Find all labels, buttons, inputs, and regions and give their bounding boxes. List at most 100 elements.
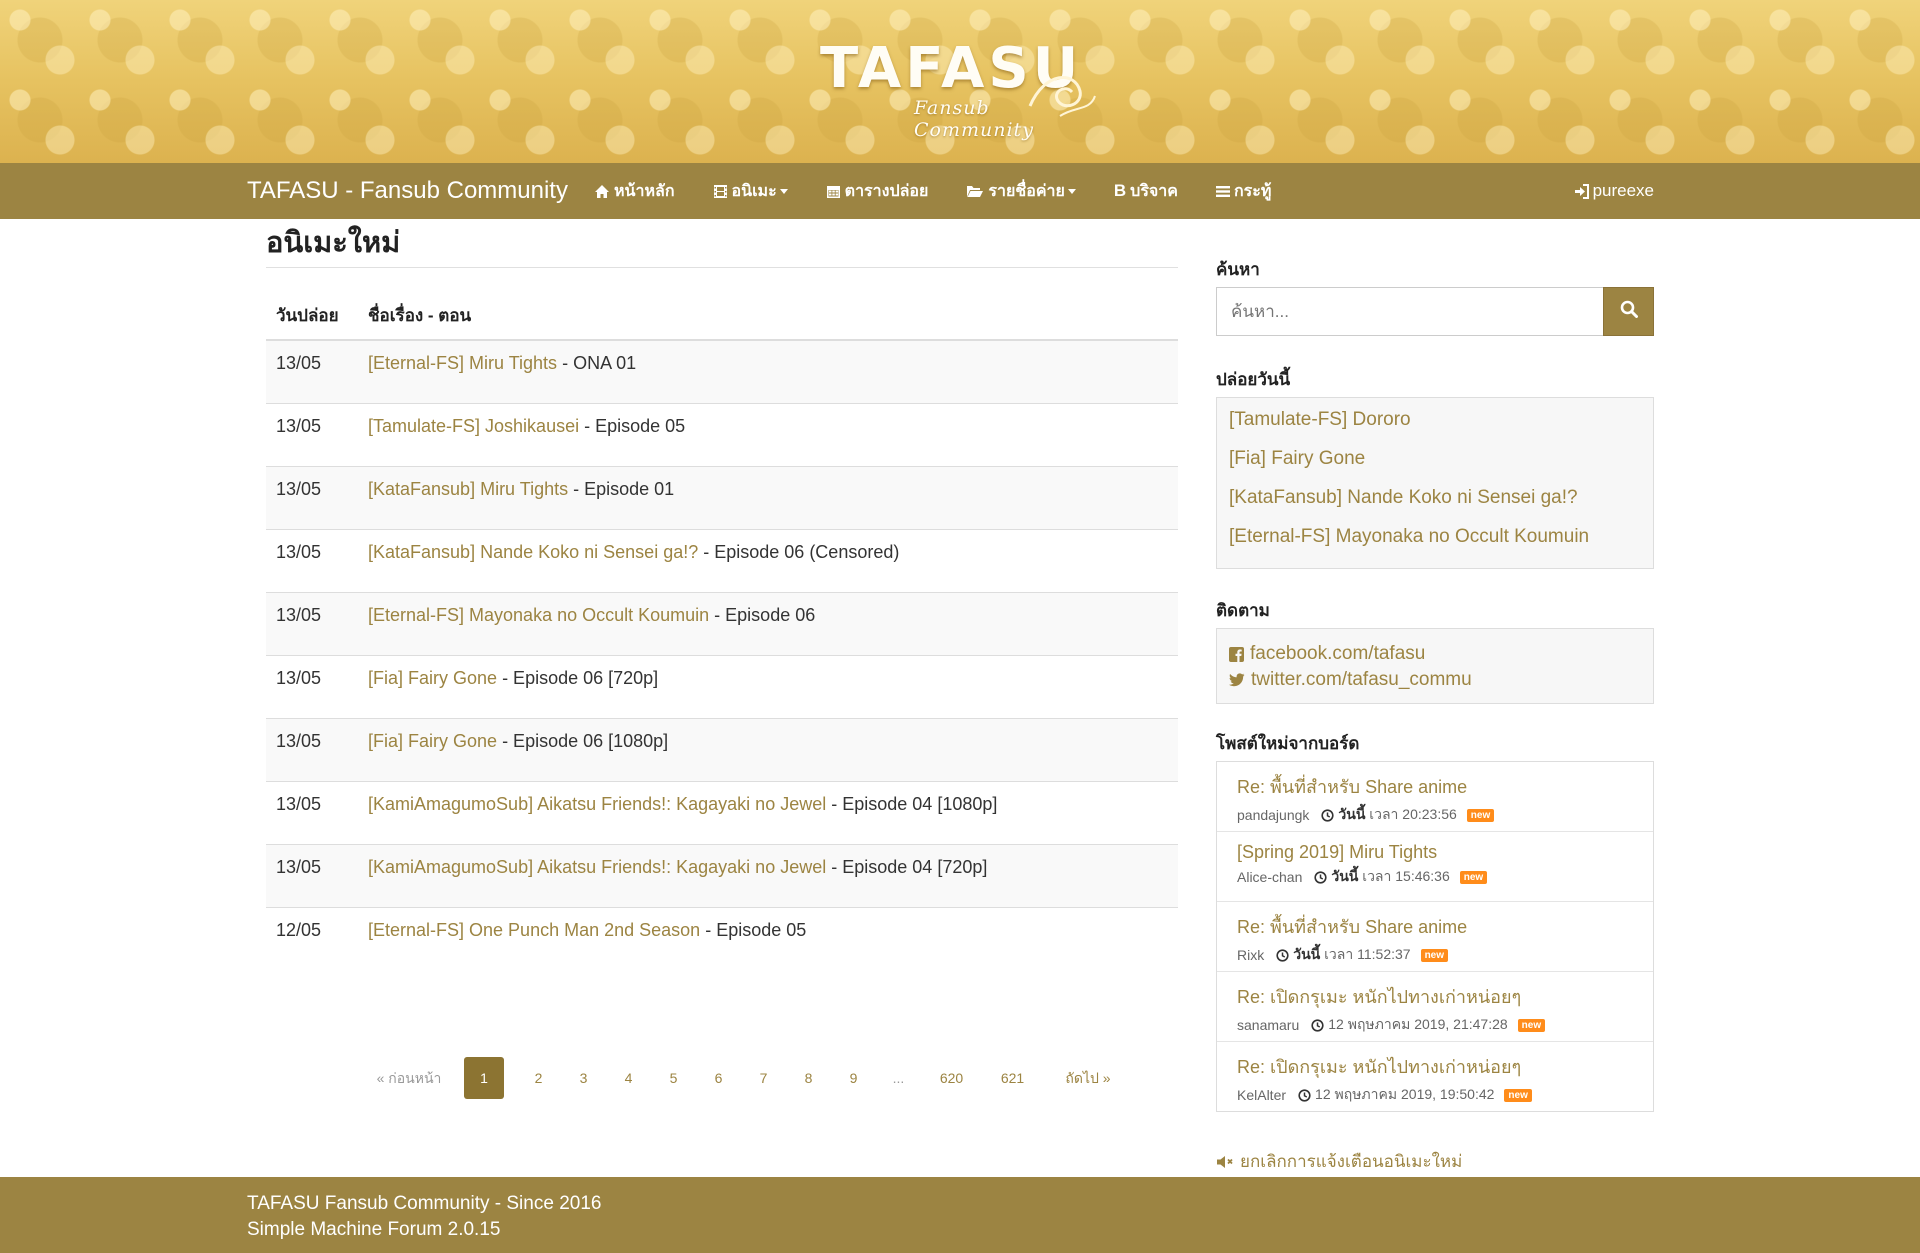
anime-title-link[interactable]: [Eternal-FS] One Punch Man 2nd Season (368, 920, 700, 940)
pagination-page[interactable]: 621 (982, 1057, 1043, 1099)
twitter-link[interactable]: twitter.com/tafasu_commu (1229, 667, 1641, 693)
release-date: 13/05 (266, 528, 358, 592)
release-cell: [Eternal-FS] One Punch Man 2nd Season - … (358, 906, 1178, 970)
table-row: 13/05 [Fia] Fairy Gone - Episode 06 [720p… (266, 654, 1178, 718)
table-header-row: วันปล่อย ชื่อเรื่อง - ตอน (266, 302, 1178, 341)
username: pureexe (1592, 181, 1654, 200)
new-badge: new (1517, 1018, 1546, 1032)
release-date: 13/05 (266, 780, 358, 844)
today-release-link[interactable]: [Fia] Fairy Gone (1229, 445, 1641, 484)
pagination-ellipsis: ... (892, 1070, 905, 1086)
follow-heading: ติดตาม (1216, 601, 1270, 620)
pagination-page[interactable]: 5 (651, 1057, 696, 1099)
anime-title-link[interactable]: [Eternal-FS] Mayonaka no Occult Koumuin (368, 605, 709, 625)
post-time: 12 พฤษภาคม 2019, 21:47:28 (1328, 1016, 1508, 1032)
clock-icon (1276, 948, 1289, 962)
table-row: 13/05 [Eternal-FS] Mayonaka no Occult Kou… (266, 591, 1178, 655)
release-date: 13/05 (266, 843, 358, 907)
pagination-page[interactable]: 620 (921, 1057, 982, 1099)
search-button[interactable] (1603, 287, 1654, 336)
facebook-icon (1229, 646, 1244, 662)
release-date: 13/05 (266, 717, 358, 781)
today-release-link[interactable]: [KataFansub] Nande Koko ni Sensei ga!? (1229, 484, 1641, 523)
post-author[interactable]: Alice-chan (1237, 869, 1302, 885)
twitter-label: twitter.com/tafasu_commu (1251, 669, 1472, 690)
post-title-link[interactable]: [Spring 2019] Miru Tights (1237, 842, 1633, 863)
post-title-link[interactable]: Re: เปิดกรุเมะ หนักไปทางเก่าหน่อยๆ (1237, 982, 1633, 1011)
new-badge: new (1466, 808, 1495, 822)
today-release-link[interactable]: [Tamulate-FS] Dororo (1229, 406, 1641, 445)
anime-title-link[interactable]: [KamiAmagumoSub] Aikatsu Friends!: Kagay… (368, 794, 826, 814)
pagination-page[interactable]: 6 (696, 1057, 741, 1099)
episode-label: - ONA 01 (562, 353, 637, 373)
anime-title-link[interactable]: [Eternal-FS] Miru Tights (368, 353, 557, 373)
mute-notifications-link[interactable]: ยกเลิกการแจ้งเตือนอนิเมะใหม่ (1216, 1148, 1654, 1175)
page-title: อนิเมะใหม่ (266, 185, 1178, 268)
post-author[interactable]: sanamaru (1237, 1017, 1299, 1033)
clock-icon (1298, 1088, 1311, 1102)
new-badge: new (1459, 870, 1488, 884)
anime-title-link[interactable]: [KamiAmagumoSub] Aikatsu Friends!: Kagay… (368, 857, 826, 877)
post-title-link[interactable]: Re: พื้นที่สำหรับ Share anime (1237, 912, 1633, 941)
clock-icon (1321, 808, 1335, 822)
user-menu[interactable]: pureexe (1574, 163, 1654, 219)
pagination-page[interactable]: 7 (741, 1057, 786, 1099)
nav-item-forum[interactable]: กระทู้ (1215, 179, 1271, 204)
pagination-page[interactable]: 9 (831, 1057, 876, 1099)
release-date: 13/05 (266, 402, 358, 466)
footer: TAFASU Fansub Community - Since 2016 Sim… (0, 1177, 1920, 1253)
pagination-next[interactable]: ถัดไป » (1043, 1057, 1133, 1099)
board-heading: โพสต์ใหม่จากบอร์ด (1216, 734, 1360, 753)
site-logo[interactable]: TAFASU Fansub Community (820, 36, 1110, 141)
anime-title-link[interactable]: [KataFansub] Miru Tights (368, 479, 568, 499)
release-date: 13/05 (266, 654, 358, 718)
episode-label: - Episode 06 [1080p] (502, 730, 669, 751)
today-release-link[interactable]: [Eternal-FS] Mayonaka no Occult Koumuin (1229, 523, 1641, 562)
post-author[interactable]: Rixk (1237, 947, 1264, 963)
board-post: Re: เปิดกรุเมะ หนักไปทางเก่าหน่อยๆ sanama… (1217, 972, 1653, 1042)
pagination-page[interactable]: 2 (516, 1057, 561, 1099)
pagination-prev[interactable]: « ก่อนหน้า (364, 1057, 454, 1099)
logo-subtitle: Fansub Community (914, 97, 1034, 141)
follow-links: facebook.com/tafasu twitter.com/tafasu_c… (1216, 628, 1654, 704)
post-title-link[interactable]: Re: พื้นที่สำหรับ Share anime (1237, 772, 1633, 801)
table-row: 13/05 [KamiAmagumoSub] Aikatsu Friends!: … (266, 780, 1178, 844)
anime-title-link[interactable]: [Fia] Fairy Gone (368, 731, 497, 751)
pagination-page[interactable]: 8 (786, 1057, 831, 1099)
pagination-page[interactable]: 1 (464, 1057, 504, 1099)
episode-label: - Episode 06 [720p] (502, 667, 659, 688)
header-banner: TAFASU Fansub Community (0, 0, 1920, 163)
pagination-page[interactable]: 3 (561, 1057, 606, 1099)
board-post: [Spring 2019] Miru Tights Alice-chan วันนี… (1217, 832, 1653, 902)
search-input[interactable] (1216, 287, 1603, 336)
episode-label: - Episode 04 [720p] (831, 856, 988, 877)
release-date: 13/05 (266, 591, 358, 655)
facebook-link[interactable]: facebook.com/tafasu (1229, 641, 1641, 667)
release-cell: [Fia] Fairy Gone - Episode 06 [1080p] (358, 717, 1178, 781)
release-cell: [Eternal-FS] Mayonaka no Occult Koumuin … (358, 591, 1178, 655)
pagination-page[interactable]: 4 (606, 1057, 651, 1099)
post-author[interactable]: pandajungk (1237, 807, 1309, 823)
table-row: 13/05 [KamiAmagumoSub] Aikatsu Friends!: … (266, 843, 1178, 907)
column-header-date: วันปล่อย (266, 302, 358, 341)
table-row: 13/05 [KataFansub] Miru Tights - Episode … (266, 465, 1178, 529)
twitter-icon (1229, 673, 1245, 687)
anime-title-link[interactable]: [Tamulate-FS] Joshikausei (368, 416, 579, 436)
release-cell: [KamiAmagumoSub] Aikatsu Friends!: Kagay… (358, 780, 1178, 844)
sidebar: ค้นหา ปล่อยวันนี้ [Tamulate-FS] Dororo[F… (1216, 256, 1654, 1175)
post-time: วันนี้ เวลา 20:23:56 (1338, 806, 1457, 822)
table-body: 13/05 [Eternal-FS] Miru Tights - ONA 01 13… (266, 339, 1178, 970)
post-title-link[interactable]: Re: เปิดกรุเมะ หนักไปทางเก่าหน่อยๆ (1237, 1052, 1633, 1081)
facebook-label: facebook.com/tafasu (1250, 643, 1426, 664)
pagination-pages: 1 2 3 4 5 6 7 8 9... 620 621 (454, 1057, 1043, 1099)
anime-title-link[interactable]: [Fia] Fairy Gone (368, 668, 497, 688)
volume-off-icon (1216, 1155, 1236, 1169)
search-icon (1620, 300, 1638, 323)
anime-title-link[interactable]: [KataFansub] Nande Koko ni Sensei ga!? (368, 542, 698, 562)
post-author[interactable]: KelAlter (1237, 1087, 1286, 1103)
today-releases: [Tamulate-FS] Dororo [Fia] Fairy Gone [Kat… (1216, 397, 1654, 569)
episode-label: - Episode 06 (Censored) (703, 541, 900, 562)
episode-label: - Episode 05 (705, 919, 807, 940)
search-heading: ค้นหา (1216, 260, 1260, 279)
main-content: อนิเมะใหม่ วันปล่อย ชื่อเรื่อง - ตอน 13/… (266, 219, 1178, 970)
